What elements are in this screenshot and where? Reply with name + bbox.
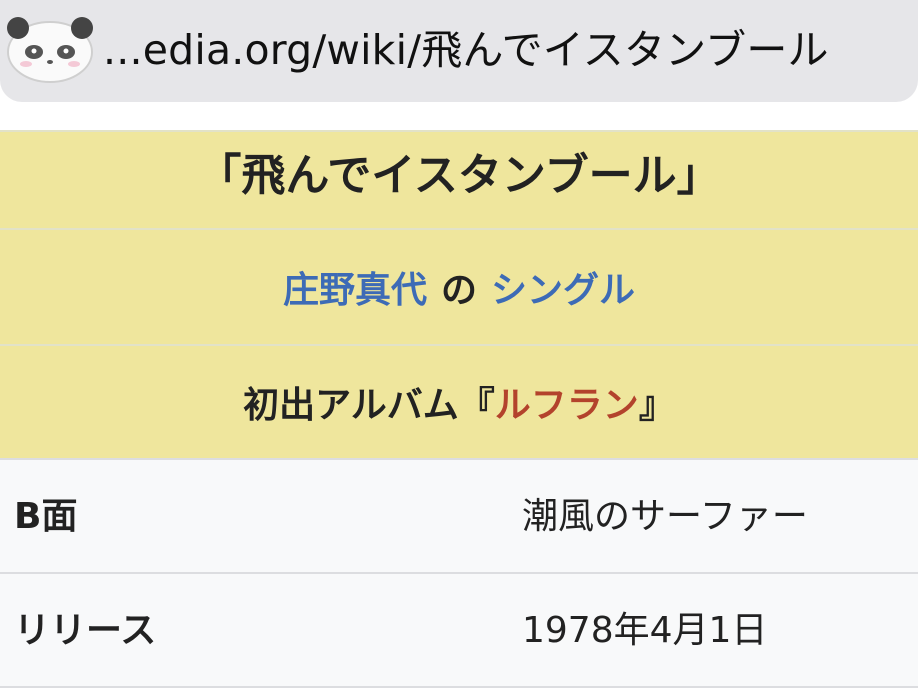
b-side-value: 潮風のサーファー: [522, 496, 808, 537]
artist-connector: の: [440, 270, 477, 311]
album-link[interactable]: ルフラン: [495, 376, 639, 428]
infobox-row-b-side: B面 潮風のサーファー: [0, 458, 918, 572]
infobox: 「飛んでイスタンブール」 庄野真代 の シングル 初出アルバム『 ルフラン』 B面…: [0, 130, 918, 688]
release-label: リリース: [14, 610, 157, 651]
album-prefix: 初出アルバム『: [243, 385, 495, 426]
b-side-label-link[interactable]: B面: [14, 460, 77, 574]
url-text[interactable]: ...edia.org/wiki/飛んでイスタンブール: [103, 20, 829, 80]
panda-icon: [7, 17, 93, 83]
release-date-link[interactable]: 1978年4月1日: [522, 574, 767, 688]
single-link[interactable]: シングル: [491, 261, 635, 313]
url-bar[interactable]: ...edia.org/wiki/飛んでイスタンブール: [0, 0, 918, 102]
infobox-album-line: 初出アルバム『 ルフラン』: [0, 344, 918, 458]
album-suffix: 』: [638, 385, 675, 426]
infobox-row-release: リリース 1978年4月1日: [0, 572, 918, 686]
infobox-title: 「飛んでイスタンブール」: [0, 130, 918, 228]
infobox-artist-line: 庄野真代 の シングル: [0, 228, 918, 344]
artist-link[interactable]: 庄野真代: [283, 261, 427, 313]
